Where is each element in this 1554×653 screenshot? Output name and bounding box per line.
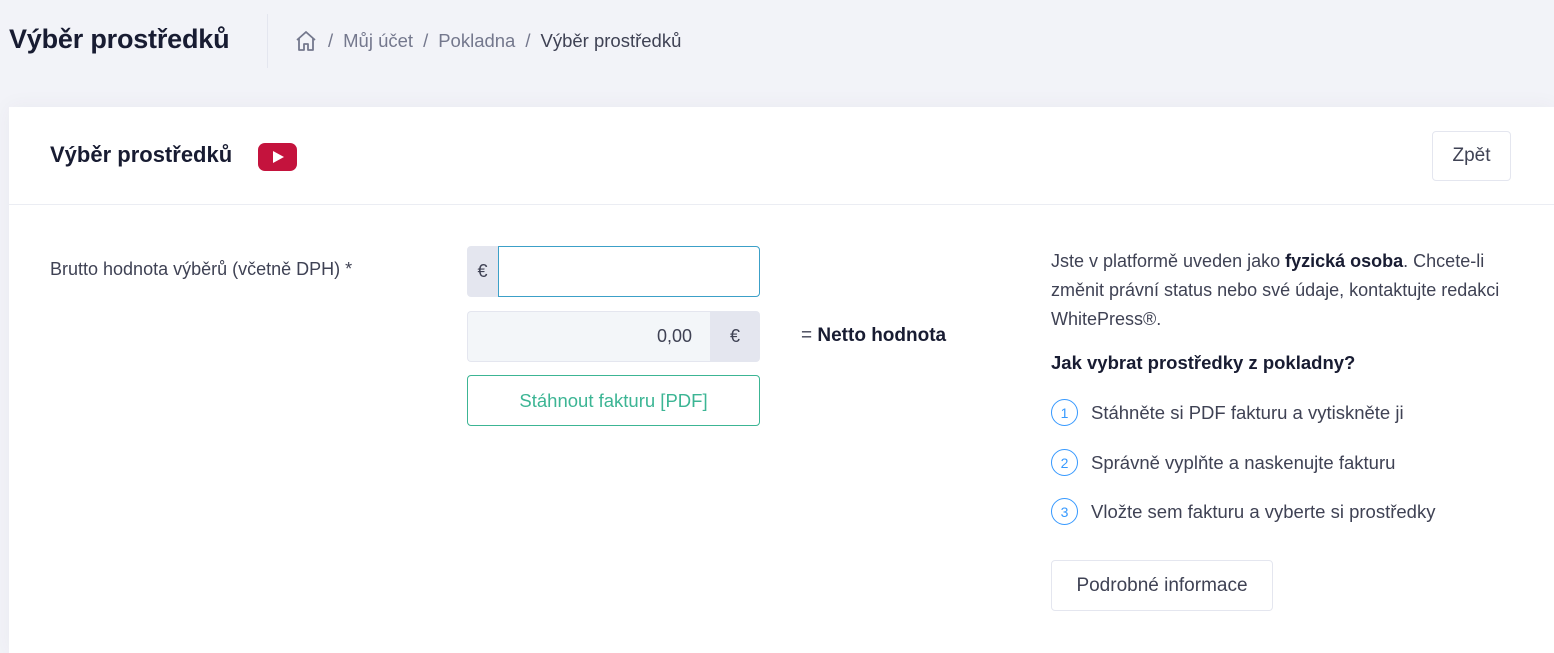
- legal-status-value: fyzická osoba: [1285, 251, 1404, 271]
- info-text-before: Jste v platformě uveden jako: [1051, 251, 1286, 271]
- step-text: Správně vyplňte a naskenujte fakturu: [1091, 451, 1396, 473]
- step-text: Stáhněte si PDF fakturu a vytiskněte ji: [1091, 401, 1404, 423]
- instructions-heading: Jak vybrat prostředky z pokladny?: [1051, 352, 1356, 373]
- youtube-play-icon[interactable]: [258, 143, 297, 171]
- breadcrumb-my-account[interactable]: Můj účet: [343, 30, 413, 52]
- step-number-badge: 2: [1051, 449, 1078, 476]
- net-amount-field: 0,00: [467, 311, 710, 362]
- legal-status-info: Jste v platformě uveden jako fyzická oso…: [1051, 247, 1521, 334]
- home-icon[interactable]: [294, 29, 318, 53]
- page-title: Výběr prostředků: [9, 24, 230, 54]
- net-value-prefix: =: [801, 325, 818, 346]
- net-currency-addon: €: [710, 311, 760, 362]
- breadcrumb: / Můj účet / Pokladna / Výběr prostředků: [294, 29, 681, 53]
- breadcrumb-current: Výběr prostředků: [540, 30, 682, 51]
- instruction-step: 1 Stáhněte si PDF fakturu a vytiskněte j…: [1051, 399, 1404, 426]
- more-info-button[interactable]: Podrobné informace: [1051, 560, 1273, 611]
- gross-currency-addon: €: [467, 246, 498, 297]
- card-title: Výběr prostředků: [50, 142, 233, 167]
- instruction-step: 2 Správně vyplňte a naskenujte fakturu: [1051, 449, 1395, 476]
- step-number-badge: 3: [1051, 498, 1078, 525]
- subheader: Výběr prostředků / Můj účet / Pokladna /…: [0, 0, 1554, 84]
- breadcrumb-cashbox[interactable]: Pokladna: [438, 30, 515, 52]
- instruction-step: 3 Vložte sem fakturu a vyberte si prostř…: [1051, 498, 1435, 525]
- gross-amount-label: Brutto hodnota výběrů (včetně DPH) *: [50, 259, 353, 279]
- gross-amount-input[interactable]: [498, 246, 760, 297]
- gross-amount-group: €: [467, 246, 760, 297]
- breadcrumb-separator: /: [525, 30, 531, 51]
- withdrawal-card: Výběr prostředků Zpět Brutto hodnota výb…: [9, 107, 1554, 653]
- step-number-badge: 1: [1051, 399, 1078, 426]
- card-header: Výběr prostředků Zpět: [9, 107, 1554, 205]
- net-amount-group: 0,00 €: [467, 311, 760, 362]
- net-value-label: = Netto hodnota: [801, 325, 946, 347]
- subheader-divider: [267, 14, 268, 68]
- back-button[interactable]: Zpět: [1432, 131, 1511, 181]
- breadcrumb-separator: /: [423, 30, 429, 51]
- step-text: Vložte sem fakturu a vyberte si prostřed…: [1091, 500, 1436, 522]
- download-invoice-button[interactable]: Stáhnout fakturu [PDF]: [467, 375, 760, 426]
- breadcrumb-separator: /: [328, 30, 334, 51]
- net-value-text: Netto hodnota: [817, 325, 947, 346]
